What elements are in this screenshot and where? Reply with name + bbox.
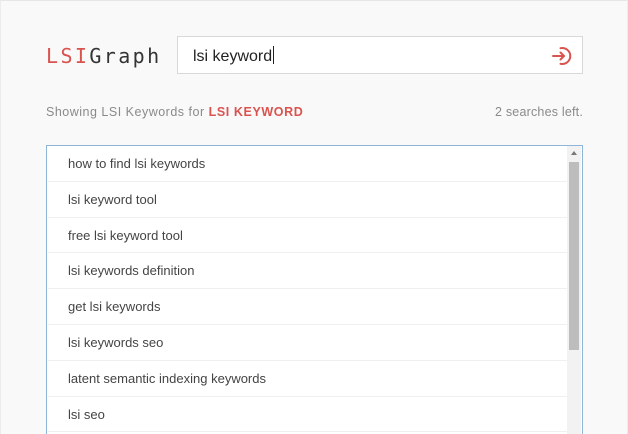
result-item[interactable]: get lsi keywords xyxy=(48,289,567,325)
page: LSIGraph lsi keyword Showing LSI Keyword… xyxy=(0,0,628,434)
result-item[interactable]: lsi keywords definition xyxy=(48,253,567,290)
search-input[interactable]: lsi keyword xyxy=(193,46,275,66)
result-item[interactable]: lsi keyword tool xyxy=(48,182,567,218)
lsigraph-logo[interactable]: LSIGraph xyxy=(46,42,162,70)
search-value: lsi keyword xyxy=(193,48,273,65)
searches-left-counter: 2 searches left. xyxy=(495,105,583,119)
results-scrollbar[interactable] xyxy=(567,146,581,434)
results-list: how to find lsi keywords lsi keyword too… xyxy=(48,146,567,433)
result-item[interactable]: free lsi keyword tool xyxy=(48,218,567,254)
logo-graph: Graph xyxy=(89,44,162,68)
status-row: Showing LSI Keywords for LSI KEYWORD 2 s… xyxy=(46,105,583,123)
searched-keyword: LSI KEYWORD xyxy=(208,105,304,119)
search-box: lsi keyword xyxy=(177,36,583,74)
logo-lsi: LSI xyxy=(46,44,90,68)
submit-search-button[interactable] xyxy=(550,44,574,68)
result-item[interactable]: latent semantic indexing keywords xyxy=(48,361,567,397)
text-caret xyxy=(273,46,275,64)
scroll-thumb[interactable] xyxy=(569,162,579,350)
sign-in-arrow-icon xyxy=(552,47,572,65)
results-heading-prefix: Showing LSI Keywords for xyxy=(46,105,205,119)
results-heading: Showing LSI Keywords for LSI KEYWORD xyxy=(46,105,303,119)
result-item[interactable]: lsi seo xyxy=(48,397,567,433)
result-item[interactable]: lsi keywords seo xyxy=(48,325,567,361)
results-panel: how to find lsi keywords lsi keyword too… xyxy=(46,145,583,434)
scroll-up-arrow-icon[interactable] xyxy=(567,146,581,160)
result-item[interactable]: how to find lsi keywords xyxy=(48,146,567,182)
